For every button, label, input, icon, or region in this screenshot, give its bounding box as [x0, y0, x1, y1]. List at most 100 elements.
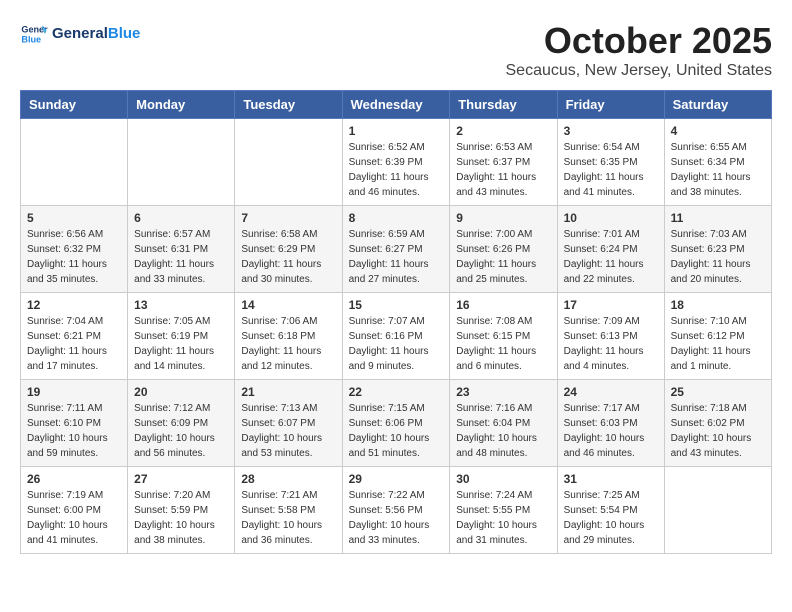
calendar-cell: 21 Sunrise: 7:13 AM Sunset: 6:07 PM Dayli… [235, 380, 342, 467]
calendar-week-3: 12Sunrise: 7:04 AM Sunset: 6:21 PM Dayli… [21, 293, 772, 380]
calendar-cell: 18Sunrise: 7:10 AM Sunset: 6:12 PM Dayli… [664, 293, 771, 380]
calendar-cell: 17Sunrise: 7:09 AM Sunset: 6:13 PM Dayli… [557, 293, 664, 380]
day-number: 28 [241, 472, 335, 486]
day-info: Sunrise: 7:08 AM Sunset: 6:15 PM Dayligh… [456, 314, 550, 374]
day-info: Sunrise: 6:59 AM Sunset: 6:27 PM Dayligh… [349, 227, 444, 287]
page-header: General Blue GeneralBlue October 2025 Se… [20, 20, 772, 80]
day-info: Sunrise: 6:53 AM Sunset: 6:37 PM Dayligh… [456, 140, 550, 200]
day-number: 8 [349, 211, 444, 225]
day-header-friday: Friday [557, 91, 664, 119]
calendar-cell: 2 Sunrise: 6:53 AM Sunset: 6:37 PM Daylig… [450, 119, 557, 206]
day-header-tuesday: Tuesday [235, 91, 342, 119]
day-number: 29 [349, 472, 444, 486]
location-title: Secaucus, New Jersey, United States [506, 62, 773, 80]
day-info: Sunrise: 7:17 AM Sunset: 6:03 PM Dayligh… [564, 401, 658, 461]
calendar-cell: 28 Sunrise: 7:21 AM Sunset: 5:58 PM Dayli… [235, 467, 342, 554]
logo: General Blue GeneralBlue [20, 20, 140, 48]
day-info: Sunrise: 6:57 AM Sunset: 6:31 PM Dayligh… [134, 227, 228, 287]
day-number: 1 [349, 124, 444, 138]
svg-text:Blue: Blue [21, 34, 41, 44]
calendar-cell: 29 Sunrise: 7:22 AM Sunset: 5:56 PM Dayli… [342, 467, 450, 554]
day-number: 27 [134, 472, 228, 486]
day-info: Sunrise: 7:25 AM Sunset: 5:54 PM Dayligh… [564, 488, 658, 548]
day-number: 13 [134, 298, 228, 312]
day-number: 6 [134, 211, 228, 225]
calendar-cell: 7 Sunrise: 6:58 AM Sunset: 6:29 PM Daylig… [235, 206, 342, 293]
calendar-week-2: 5 Sunrise: 6:56 AM Sunset: 6:32 PM Daylig… [21, 206, 772, 293]
calendar-week-4: 19 Sunrise: 7:11 AM Sunset: 6:10 PM Dayli… [21, 380, 772, 467]
day-info: Sunrise: 7:15 AM Sunset: 6:06 PM Dayligh… [349, 401, 444, 461]
day-info: Sunrise: 7:22 AM Sunset: 5:56 PM Dayligh… [349, 488, 444, 548]
title-block: October 2025 Secaucus, New Jersey, Unite… [506, 20, 773, 80]
calendar-cell: 15 Sunrise: 7:07 AM Sunset: 6:16 PM Dayli… [342, 293, 450, 380]
day-info: Sunrise: 7:18 AM Sunset: 6:02 PM Dayligh… [671, 401, 765, 461]
calendar-week-1: 1Sunrise: 6:52 AM Sunset: 6:39 PM Daylig… [21, 119, 772, 206]
month-title: October 2025 [506, 20, 773, 62]
day-header-wednesday: Wednesday [342, 91, 450, 119]
calendar-cell: 25Sunrise: 7:18 AM Sunset: 6:02 PM Dayli… [664, 380, 771, 467]
day-info: Sunrise: 6:56 AM Sunset: 6:32 PM Dayligh… [27, 227, 121, 287]
day-info: Sunrise: 7:19 AM Sunset: 6:00 PM Dayligh… [27, 488, 121, 548]
day-info: Sunrise: 7:12 AM Sunset: 6:09 PM Dayligh… [134, 401, 228, 461]
day-number: 2 [456, 124, 550, 138]
day-info: Sunrise: 6:58 AM Sunset: 6:29 PM Dayligh… [241, 227, 335, 287]
calendar-cell: 24Sunrise: 7:17 AM Sunset: 6:03 PM Dayli… [557, 380, 664, 467]
calendar-cell: 11 Sunrise: 7:03 AM Sunset: 6:23 PM Dayli… [664, 206, 771, 293]
day-info: Sunrise: 7:01 AM Sunset: 6:24 PM Dayligh… [564, 227, 658, 287]
calendar-week-5: 26Sunrise: 7:19 AM Sunset: 6:00 PM Dayli… [21, 467, 772, 554]
day-number: 15 [349, 298, 444, 312]
day-number: 31 [564, 472, 658, 486]
calendar-header-row: SundayMondayTuesdayWednesdayThursdayFrid… [21, 91, 772, 119]
day-info: Sunrise: 7:11 AM Sunset: 6:10 PM Dayligh… [27, 401, 121, 461]
day-number: 7 [241, 211, 335, 225]
calendar-cell: 20Sunrise: 7:12 AM Sunset: 6:09 PM Dayli… [128, 380, 235, 467]
day-number: 11 [671, 211, 765, 225]
day-info: Sunrise: 7:06 AM Sunset: 6:18 PM Dayligh… [241, 314, 335, 374]
calendar-cell: 23Sunrise: 7:16 AM Sunset: 6:04 PM Dayli… [450, 380, 557, 467]
day-header-saturday: Saturday [664, 91, 771, 119]
day-info: Sunrise: 7:03 AM Sunset: 6:23 PM Dayligh… [671, 227, 765, 287]
day-info: Sunrise: 7:20 AM Sunset: 5:59 PM Dayligh… [134, 488, 228, 548]
logo-text: GeneralBlue [52, 26, 140, 43]
calendar-table: SundayMondayTuesdayWednesdayThursdayFrid… [20, 90, 772, 554]
calendar-cell: 22Sunrise: 7:15 AM Sunset: 6:06 PM Dayli… [342, 380, 450, 467]
calendar-cell [664, 467, 771, 554]
day-number: 16 [456, 298, 550, 312]
calendar-cell: 30 Sunrise: 7:24 AM Sunset: 5:55 PM Dayli… [450, 467, 557, 554]
calendar-cell: 8 Sunrise: 6:59 AM Sunset: 6:27 PM Daylig… [342, 206, 450, 293]
day-number: 9 [456, 211, 550, 225]
day-number: 3 [564, 124, 658, 138]
day-number: 18 [671, 298, 765, 312]
logo-icon: General Blue [20, 20, 48, 48]
day-number: 23 [456, 385, 550, 399]
calendar-cell: 13 Sunrise: 7:05 AM Sunset: 6:19 PM Dayli… [128, 293, 235, 380]
calendar-cell: 27 Sunrise: 7:20 AM Sunset: 5:59 PM Dayli… [128, 467, 235, 554]
calendar-cell: 1Sunrise: 6:52 AM Sunset: 6:39 PM Daylig… [342, 119, 450, 206]
day-info: Sunrise: 7:21 AM Sunset: 5:58 PM Dayligh… [241, 488, 335, 548]
day-header-sunday: Sunday [21, 91, 128, 119]
calendar-cell: 4 Sunrise: 6:55 AM Sunset: 6:34 PM Daylig… [664, 119, 771, 206]
day-number: 19 [27, 385, 121, 399]
day-number: 30 [456, 472, 550, 486]
calendar-cell [235, 119, 342, 206]
day-number: 21 [241, 385, 335, 399]
calendar-cell: 6 Sunrise: 6:57 AM Sunset: 6:31 PM Daylig… [128, 206, 235, 293]
day-header-monday: Monday [128, 91, 235, 119]
calendar-cell: 14Sunrise: 7:06 AM Sunset: 6:18 PM Dayli… [235, 293, 342, 380]
day-number: 5 [27, 211, 121, 225]
day-info: Sunrise: 7:13 AM Sunset: 6:07 PM Dayligh… [241, 401, 335, 461]
day-number: 10 [564, 211, 658, 225]
calendar-cell [21, 119, 128, 206]
day-number: 4 [671, 124, 765, 138]
day-number: 12 [27, 298, 121, 312]
day-info: Sunrise: 7:24 AM Sunset: 5:55 PM Dayligh… [456, 488, 550, 548]
calendar-cell: 9Sunrise: 7:00 AM Sunset: 6:26 PM Daylig… [450, 206, 557, 293]
calendar-cell: 16 Sunrise: 7:08 AM Sunset: 6:15 PM Dayli… [450, 293, 557, 380]
calendar-cell: 3Sunrise: 6:54 AM Sunset: 6:35 PM Daylig… [557, 119, 664, 206]
day-info: Sunrise: 6:55 AM Sunset: 6:34 PM Dayligh… [671, 140, 765, 200]
day-header-thursday: Thursday [450, 91, 557, 119]
calendar-cell: 12Sunrise: 7:04 AM Sunset: 6:21 PM Dayli… [21, 293, 128, 380]
day-info: Sunrise: 7:07 AM Sunset: 6:16 PM Dayligh… [349, 314, 444, 374]
calendar-cell: 19 Sunrise: 7:11 AM Sunset: 6:10 PM Dayli… [21, 380, 128, 467]
day-info: Sunrise: 7:05 AM Sunset: 6:19 PM Dayligh… [134, 314, 228, 374]
